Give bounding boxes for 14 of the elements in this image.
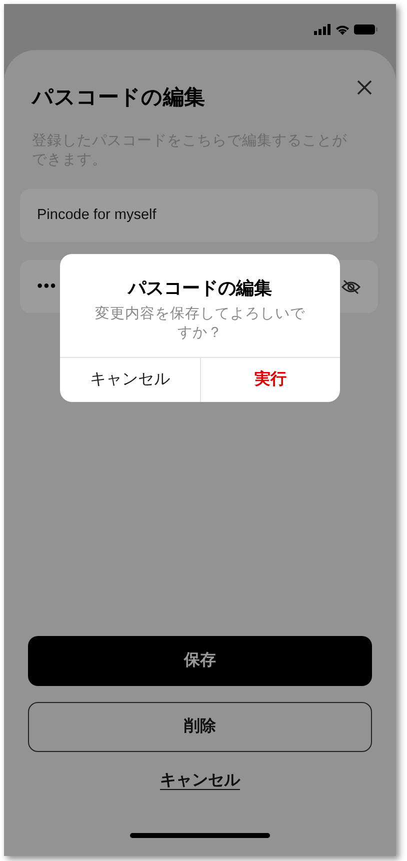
dialog-title: パスコードの編集 [128,277,272,300]
cancel-button[interactable]: キャンセル [60,358,200,402]
cancel-link[interactable]: キャンセル [160,769,240,793]
sheet-title: パスコードの編集 [32,85,205,111]
close-icon[interactable] [357,80,372,95]
execute-button[interactable]: 実行 [200,358,340,402]
wifi-icon [335,24,350,35]
eye-slash-icon[interactable] [341,278,361,294]
save-button[interactable]: 保存 [28,636,372,686]
input-field[interactable]: Pincode for myself [20,189,378,242]
dialog-message: 変更内容を保存してよろしいですか？ [94,305,306,343]
delete-button[interactable]: 削除 [28,702,372,752]
signal-icon [314,24,331,35]
battery-icon [354,24,378,35]
